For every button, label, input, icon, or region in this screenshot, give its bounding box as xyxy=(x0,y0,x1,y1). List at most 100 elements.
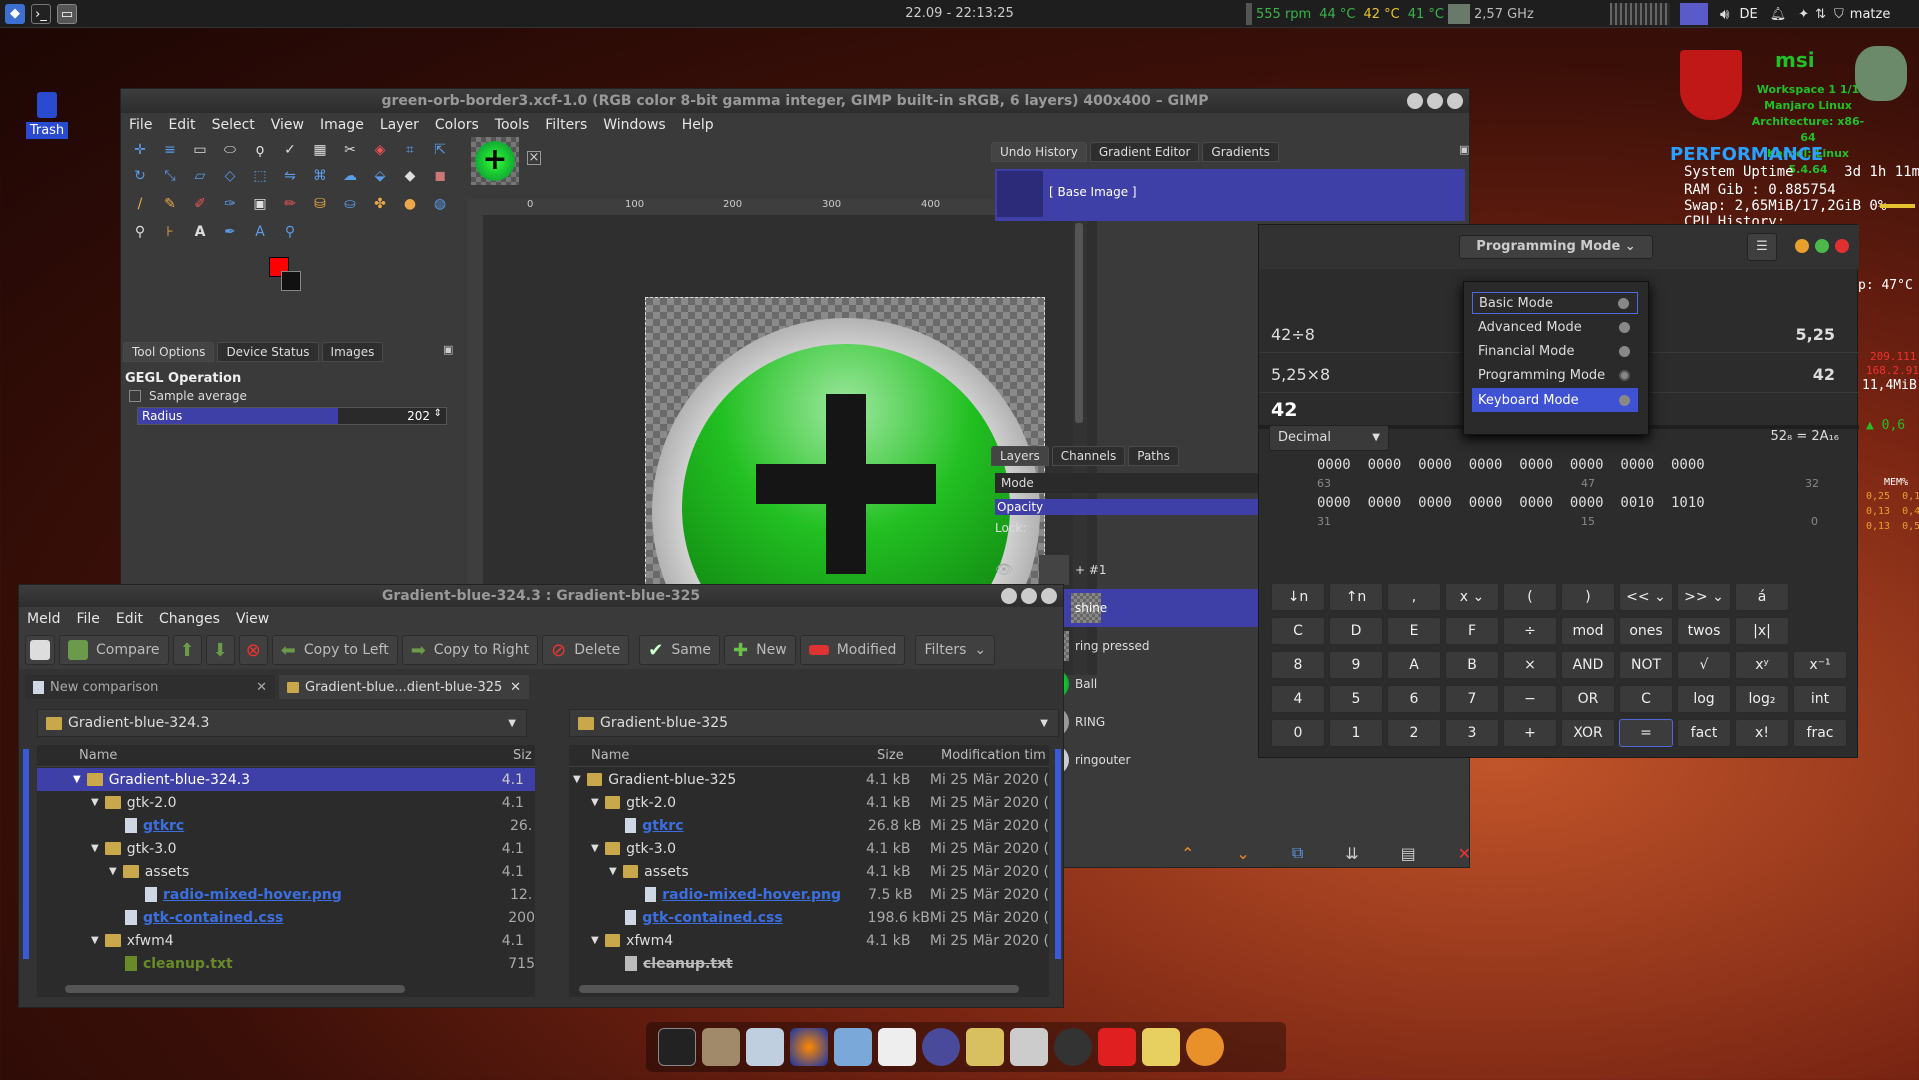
gradient-icon[interactable]: ◼ xyxy=(429,165,451,187)
text-editor-icon[interactable] xyxy=(878,1028,916,1066)
menu-layer[interactable]: Layer xyxy=(380,117,419,133)
calc-key[interactable]: , xyxy=(1387,583,1441,611)
tab-channels[interactable]: Channels xyxy=(1051,446,1126,466)
blender-icon[interactable] xyxy=(1186,1028,1224,1066)
tab-gradients[interactable]: Gradients xyxy=(1202,142,1279,162)
right-path-combo[interactable]: Gradient-blue-325 ▼ xyxy=(569,709,1059,737)
lasso-icon[interactable]: ϙ xyxy=(249,139,271,161)
radius-slider[interactable]: Radius 202 ⇕ xyxy=(137,407,447,425)
color-picker-icon[interactable]: ✒ xyxy=(219,221,241,243)
tree-row[interactable]: cleanup.txt xyxy=(569,952,1049,975)
terminal-icon[interactable]: ›_ xyxy=(31,4,51,24)
calc-key[interactable]: B xyxy=(1445,651,1499,679)
tab-tool-options[interactable]: Tool Options xyxy=(123,342,215,362)
3d-transform-icon[interactable]: ⬚ xyxy=(249,165,271,187)
same-filter-button[interactable]: ✔ Same xyxy=(639,635,721,665)
tab-close-icon[interactable]: ✕ xyxy=(510,680,521,695)
calc-key[interactable]: 0 xyxy=(1271,719,1325,747)
paintbrush-icon[interactable]: ✎ xyxy=(159,193,181,215)
calc-key[interactable]: x! xyxy=(1735,719,1789,747)
ink-icon[interactable]: ▣ xyxy=(249,193,271,215)
tree-row[interactable]: ▼ assets 4.1 xyxy=(37,860,535,883)
duplicate-layer-icon[interactable]: ⧉ xyxy=(1292,843,1303,863)
col-name[interactable]: Name xyxy=(79,748,117,763)
path-icon[interactable]: ⚲ xyxy=(129,221,151,243)
col-modified[interactable]: Modification tim xyxy=(941,748,1046,763)
ellipse-select-icon[interactable]: ⬭ xyxy=(219,139,241,161)
previous-change-button[interactable]: ⬆ xyxy=(172,635,202,665)
eraser-icon[interactable]: ✐ xyxy=(189,193,211,215)
rotate-icon[interactable]: ↻ xyxy=(129,165,151,187)
calc-key[interactable]: 8 xyxy=(1271,651,1325,679)
anchor-layer-icon[interactable]: ⇊ xyxy=(1345,844,1358,863)
layer-mode-select[interactable]: Mode xyxy=(995,473,1275,493)
tree-row[interactable]: ▼ gtk-3.0 4.1 kB Mi 25 Mär 2020 ( xyxy=(569,837,1049,860)
modified-filter-button[interactable]: Modified xyxy=(799,635,906,665)
tab-device-status[interactable]: Device Status xyxy=(217,342,319,362)
weather-icon[interactable]: ✦ xyxy=(1798,7,1809,22)
zoom-icon[interactable]: ⚲ xyxy=(279,221,301,243)
minimize-button[interactable] xyxy=(1001,588,1017,604)
flip-icon[interactable]: ⇋ xyxy=(279,165,301,187)
mode-advanced[interactable]: Advanced Mode xyxy=(1472,316,1638,338)
eclipse-icon[interactable] xyxy=(922,1028,960,1066)
text-tool-icon[interactable]: A xyxy=(189,221,211,243)
perspective-clone-icon[interactable]: A xyxy=(249,221,271,243)
calc-key[interactable]: AND xyxy=(1561,651,1615,679)
calc-key[interactable]: |x| xyxy=(1735,617,1789,645)
menu-filters[interactable]: Filters xyxy=(545,117,587,133)
tree-row[interactable]: ▼ gtk-2.0 4.1 kB Mi 25 Mär 2020 ( xyxy=(569,791,1049,814)
calc-key[interactable]: C xyxy=(1619,685,1673,713)
lower-layer-icon[interactable]: ⌄ xyxy=(1236,844,1249,863)
unified-transform-icon[interactable]: ⇱ xyxy=(429,139,451,161)
delete-button[interactable]: ⊘ Delete xyxy=(542,635,630,665)
mail-icon[interactable] xyxy=(966,1028,1004,1066)
menu-image[interactable]: Image xyxy=(320,117,364,133)
keyboard-layout[interactable]: DE xyxy=(1739,7,1757,22)
background-color-swatch[interactable] xyxy=(281,271,301,291)
calc-key[interactable]: √ xyxy=(1677,651,1731,679)
scale-icon[interactable]: ⤡ xyxy=(159,165,181,187)
mode-financial[interactable]: Financial Mode xyxy=(1472,340,1638,362)
calc-key[interactable]: ) xyxy=(1561,583,1615,611)
minimize-button[interactable] xyxy=(1407,93,1423,109)
shield-icon[interactable]: ⛉ xyxy=(1834,7,1844,22)
left-change-map[interactable] xyxy=(23,749,29,959)
calc-key[interactable]: 5 xyxy=(1329,685,1383,713)
heal-icon[interactable]: ⛀ xyxy=(339,193,361,215)
calc-key[interactable]: 7 xyxy=(1445,685,1499,713)
warp-icon[interactable]: ☁ xyxy=(339,165,361,187)
calc-key[interactable]: A xyxy=(1387,651,1441,679)
col-size[interactable]: Size xyxy=(877,748,904,763)
new-comparison-button[interactable] xyxy=(25,635,55,665)
opacity-slider[interactable]: Opacity xyxy=(995,499,1275,515)
mode-basic[interactable]: Basic Mode xyxy=(1472,292,1638,314)
col-size[interactable]: Siz xyxy=(513,748,532,763)
meld-titlebar[interactable]: Gradient-blue-324.3 : Gradient-blue-325 xyxy=(19,585,1063,607)
clone-icon[interactable]: ⛁ xyxy=(309,193,331,215)
tab-paths[interactable]: Paths xyxy=(1128,446,1179,466)
pencil-icon[interactable]: / xyxy=(129,193,151,215)
trash-desktop-item[interactable]: Trash xyxy=(26,92,68,139)
calc-key[interactable]: twos xyxy=(1677,617,1731,645)
cage-icon[interactable]: ⌘ xyxy=(309,165,331,187)
file-manager-icon[interactable] xyxy=(746,1028,784,1066)
notification-icon[interactable]: 🔔︎ xyxy=(1770,7,1787,22)
move-tool-icon[interactable]: ✛ xyxy=(129,139,151,161)
tree-row[interactable]: gtkrc 26. xyxy=(37,814,535,837)
handle-transform-icon[interactable]: ⬙ xyxy=(369,165,391,187)
calc-key[interactable]: fact xyxy=(1677,719,1731,747)
calc-key[interactable]: 1 xyxy=(1329,719,1383,747)
filters-menu-button[interactable]: Filters ⌄ xyxy=(915,635,996,665)
rect-select-icon[interactable]: ▭ xyxy=(189,139,211,161)
terminal-launcher-icon[interactable] xyxy=(658,1028,696,1066)
airbrush-icon[interactable]: ✑ xyxy=(219,193,241,215)
tree-row[interactable]: ▼ gtk-3.0 4.1 xyxy=(37,837,535,860)
menu-windows[interactable]: Windows xyxy=(603,117,666,133)
dock-menu-icon[interactable]: ▣ xyxy=(443,343,453,356)
calc-key[interactable]: XOR xyxy=(1561,719,1615,747)
tree-row[interactable]: gtk-contained.css 200 xyxy=(37,906,535,929)
tree-row-selected[interactable]: ▼ Gradient-blue-324.3 4.1 xyxy=(37,768,535,791)
gimp-titlebar[interactable]: green-orb-border3.xcf-1.0 (RGB color 8-b… xyxy=(121,89,1469,113)
visibility-icon[interactable]: 👁︎ xyxy=(995,562,1013,578)
